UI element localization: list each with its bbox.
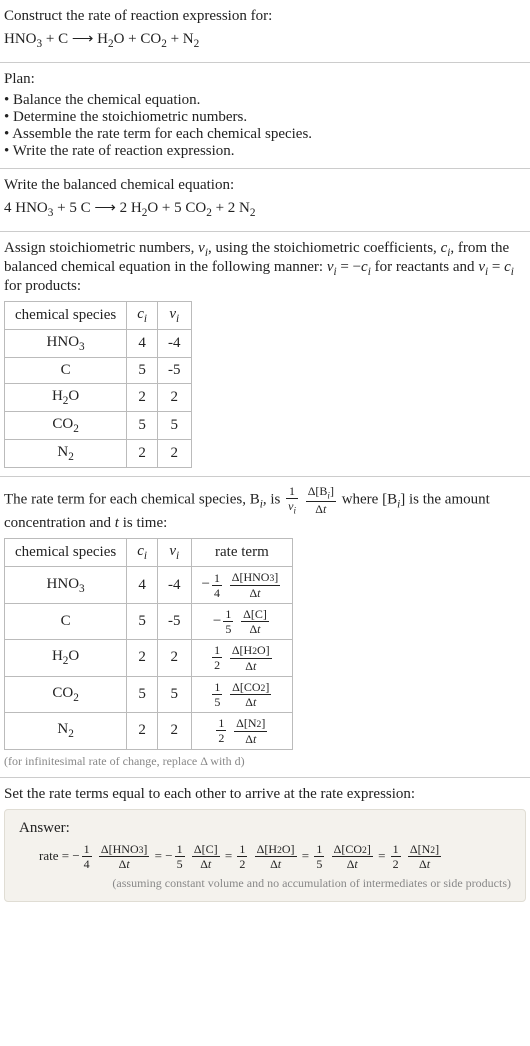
balanced-heading: Write the balanced chemical equation: xyxy=(4,177,526,194)
rateterm-note: (for infinitesimal rate of change, repla… xyxy=(4,754,526,769)
cell-species: H2O xyxy=(5,384,127,412)
cell-c: 5 xyxy=(127,676,158,713)
cell-term: −14 Δ[HNO3]Δt xyxy=(191,567,293,604)
rateterm-section: The rate term for each chemical species,… xyxy=(0,477,530,778)
cell-term: 12 Δ[N2]Δt xyxy=(191,713,293,750)
cell-c: 4 xyxy=(127,330,158,358)
cell-species: N2 xyxy=(5,713,127,750)
cell-species: CO2 xyxy=(5,412,127,440)
text: for reactants and xyxy=(371,259,478,275)
cell-term: 15 Δ[CO2]Δt xyxy=(191,676,293,713)
prompt-title: Construct the rate of reaction expressio… xyxy=(4,8,526,25)
cell-species: HNO3 xyxy=(5,330,127,358)
stoich-table: chemical species ci νi HNO3 4 -4 C 5 -5 … xyxy=(4,301,192,468)
final-heading: Set the rate terms equal to each other t… xyxy=(4,786,526,803)
table-row: CO2 5 5 xyxy=(5,412,192,440)
stoich-section: Assign stoichiometric numbers, νi , using… xyxy=(0,232,530,477)
cell-nu: 2 xyxy=(158,384,192,412)
cell-c: 2 xyxy=(127,713,158,750)
rateterm-table: chemical species ci νi rate term HNO3 4 … xyxy=(4,538,293,749)
plan-section: Plan: Balance the chemical equation. Det… xyxy=(0,63,530,169)
table-row: N2 2 2 12 Δ[N2]Δt xyxy=(5,713,293,750)
cell-c: 4 xyxy=(127,567,158,604)
table-row: CO2 5 5 15 Δ[CO2]Δt xyxy=(5,676,293,713)
cell-species: HNO3 xyxy=(5,567,127,604)
col-species: chemical species xyxy=(5,302,127,330)
text: The rate term for each chemical species,… xyxy=(4,492,260,508)
table-header-row: chemical species ci νi rate term xyxy=(5,539,293,567)
table-row: HNO3 4 -4 −14 Δ[HNO3]Δt xyxy=(5,567,293,604)
cell-species: H2O xyxy=(5,639,127,676)
table-row: N2 2 2 xyxy=(5,440,192,468)
plan-item: Assemble the rate term for each chemical… xyxy=(4,126,526,143)
cell-term: −15 Δ[C]Δt xyxy=(191,603,293,639)
answer-label: Answer: xyxy=(19,820,511,837)
text: for products: xyxy=(4,278,81,294)
cell-species: C xyxy=(5,358,127,384)
plan-heading: Plan: xyxy=(4,71,526,88)
cell-c: 5 xyxy=(127,412,158,440)
col-species: chemical species xyxy=(5,539,127,567)
col-c: ci xyxy=(127,302,158,330)
table-header-row: chemical species ci νi xyxy=(5,302,192,330)
balanced-section: Write the balanced chemical equation: 4 … xyxy=(0,169,530,232)
cell-species: C xyxy=(5,603,127,639)
table-row: C 5 -5 −15 Δ[C]Δt xyxy=(5,603,293,639)
cell-nu: -4 xyxy=(158,330,192,358)
cell-nu: 5 xyxy=(158,412,192,440)
answer-box: Answer: rate = −14 Δ[HNO3]Δt = −15 Δ[C]Δ… xyxy=(4,809,526,903)
table-row: H2O 2 2 12 Δ[H2O]Δt xyxy=(5,639,293,676)
plan-item: Determine the stoichiometric numbers. xyxy=(4,109,526,126)
cell-nu: -5 xyxy=(158,358,192,384)
plan-list: Balance the chemical equation. Determine… xyxy=(4,92,526,160)
table-row: H2O 2 2 xyxy=(5,384,192,412)
plan-item: Balance the chemical equation. xyxy=(4,92,526,109)
rate-expression: rate = −14 Δ[HNO3]Δt = −15 Δ[C]Δt = 12 Δ… xyxy=(19,843,511,871)
text: rate = xyxy=(39,848,72,863)
prompt-equation: HNO3 + C ⟶ H2O + CO2 + N2 xyxy=(4,29,526,50)
text: where [B xyxy=(342,492,397,508)
cell-term: 12 Δ[H2O]Δt xyxy=(191,639,293,676)
balanced-equation: 4 HNO3 + 5 C ⟶ 2 H2O + 5 CO2 + 2 N2 xyxy=(4,198,526,219)
text: Assign stoichiometric numbers, xyxy=(4,240,198,256)
rateterm-intro: The rate term for each chemical species,… xyxy=(4,485,526,532)
cell-c: 5 xyxy=(127,358,158,384)
plan-item: Write the rate of reaction expression. xyxy=(4,143,526,160)
cell-species: N2 xyxy=(5,440,127,468)
col-c: ci xyxy=(127,539,158,567)
col-nu: νi xyxy=(158,539,192,567)
cell-c: 2 xyxy=(127,639,158,676)
text: , using the stoichiometric coefficients, xyxy=(208,240,441,256)
text: is time: xyxy=(119,515,167,531)
col-term: rate term xyxy=(191,539,293,567)
col-nu: νi xyxy=(158,302,192,330)
answer-note: (assuming constant volume and no accumul… xyxy=(19,876,511,891)
stoich-intro: Assign stoichiometric numbers, νi, using… xyxy=(4,240,526,295)
cell-nu: 5 xyxy=(158,676,192,713)
cell-c: 2 xyxy=(127,440,158,468)
cell-nu: -4 xyxy=(158,567,192,604)
cell-nu: 2 xyxy=(158,713,192,750)
table-row: HNO3 4 -4 xyxy=(5,330,192,358)
cell-nu: 2 xyxy=(158,440,192,468)
text: , is xyxy=(263,492,284,508)
cell-species: CO2 xyxy=(5,676,127,713)
table-row: C 5 -5 xyxy=(5,358,192,384)
cell-c: 2 xyxy=(127,384,158,412)
final-section: Set the rate terms equal to each other t… xyxy=(0,778,530,911)
cell-c: 5 xyxy=(127,603,158,639)
prompt-section: Construct the rate of reaction expressio… xyxy=(0,0,530,63)
cell-nu: -5 xyxy=(158,603,192,639)
cell-nu: 2 xyxy=(158,639,192,676)
